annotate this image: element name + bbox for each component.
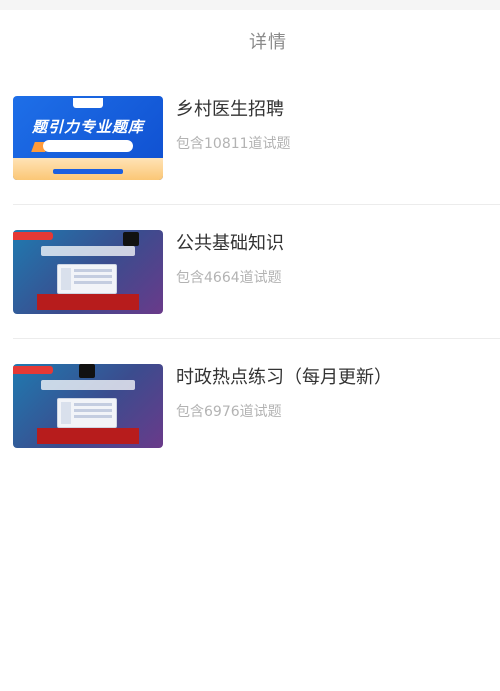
decor-shape (53, 169, 123, 174)
bank-thumbnail (13, 230, 163, 314)
logo-icon (73, 98, 103, 108)
decor-shape (37, 294, 139, 310)
logo-icon (79, 364, 95, 378)
decor-shape (43, 140, 133, 152)
question-bank-list: 题引力专业题库 乡村医生招聘 包含10811道试题 公共基础知识 包含4664道… (0, 72, 500, 498)
screen-icon (57, 264, 117, 294)
item-info: 乡村医生招聘 包含10811道试题 (176, 96, 291, 153)
divider (13, 338, 500, 339)
nav-bar: 详情 (0, 10, 500, 72)
decor-shape (41, 380, 135, 390)
item-count: 包含10811道试题 (176, 136, 291, 152)
item-count: 包含6976道试题 (176, 404, 282, 420)
list-item[interactable]: 时政热点练习（每月更新） 包含6976道试题 (0, 364, 500, 498)
bank-thumbnail (13, 364, 163, 448)
thumbnail-headline: 题引力专业题库 (31, 118, 144, 136)
status-strip (0, 0, 500, 10)
item-name: 乡村医生招聘 (176, 99, 284, 120)
list-item[interactable]: 公共基础知识 包含4664道试题 (0, 230, 500, 364)
item-count: 包含4664道试题 (176, 270, 282, 286)
screen-icon (57, 398, 117, 428)
list-item[interactable]: 题引力专业题库 乡村医生招聘 包含10811道试题 (0, 96, 500, 230)
item-name: 公共基础知识 (176, 233, 284, 254)
decor-shape (37, 428, 139, 444)
tag-badge (13, 366, 53, 374)
decor-shape (41, 246, 135, 256)
page-title: 详情 (249, 32, 287, 53)
item-name: 时政热点练习（每月更新） (176, 367, 392, 388)
item-info: 公共基础知识 包含4664道试题 (176, 230, 284, 287)
bank-thumbnail: 题引力专业题库 (13, 96, 163, 180)
item-info: 时政热点练习（每月更新） 包含6976道试题 (176, 364, 392, 421)
logo-icon (123, 232, 139, 246)
tag-badge (13, 232, 53, 240)
divider (13, 204, 500, 205)
